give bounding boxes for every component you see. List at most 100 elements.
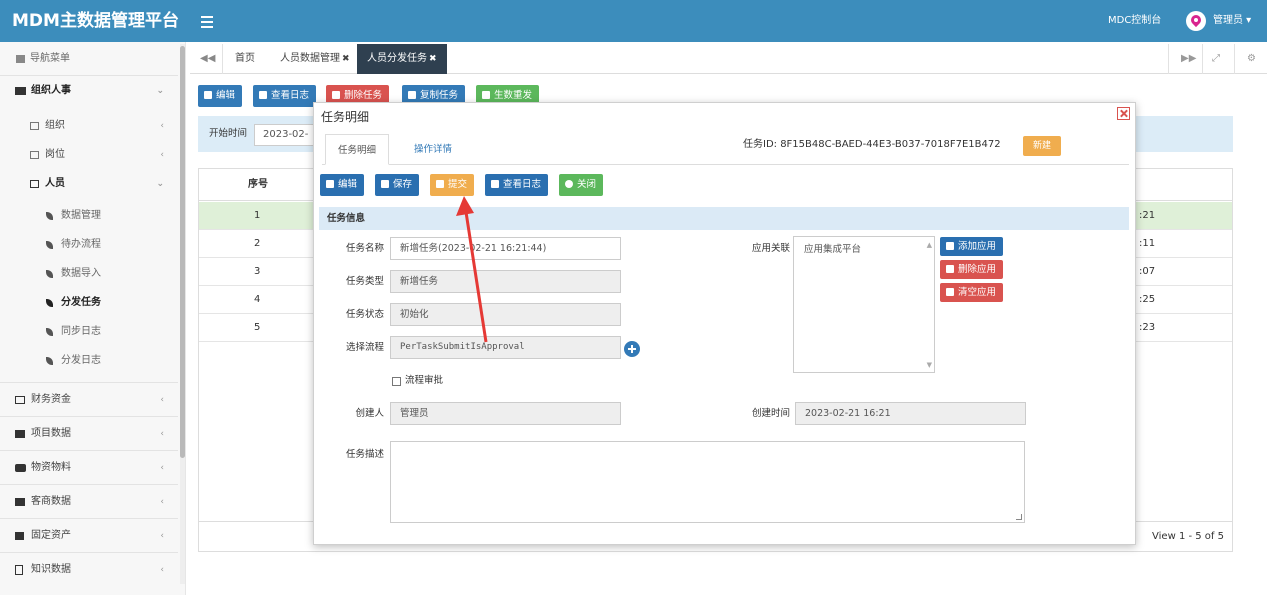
leaf-icon (46, 357, 53, 365)
page-view-log-button[interactable]: 查看日志 (253, 85, 317, 107)
add-flow-icon[interactable] (624, 341, 640, 357)
sidebar-item-label: 同步日志 (61, 326, 101, 337)
close-icon[interactable] (1117, 107, 1130, 120)
user-avatar-icon[interactable] (1186, 11, 1206, 31)
flow-select-input[interactable]: PerTaskSubmitIsApproval (390, 336, 621, 359)
app-relation-list[interactable]: 应用集成平台 ▲ ▼ (793, 236, 935, 373)
row-no: 3 (254, 266, 261, 277)
sidebar-scrollbar[interactable] (180, 46, 185, 458)
add-app-button[interactable]: 添加应用 (940, 237, 1004, 256)
section-task-info: 任务信息 (319, 207, 1129, 230)
sidebar-item-label: 固定资产 (31, 530, 71, 541)
sidebar-nav-title: 导航菜单 (0, 45, 178, 73)
tab-person-data[interactable]: 人员数据管理 ✖ (280, 44, 350, 74)
scroll-up-icon[interactable]: ▲ (927, 241, 932, 249)
pen-icon (436, 180, 444, 188)
start-time-label: 开始时间 (209, 128, 248, 139)
close-icon[interactable]: ✖ (429, 54, 437, 64)
button-label: 添加应用 (958, 241, 997, 252)
gear-icon[interactable]: ⚙ (1247, 44, 1256, 74)
row-no: 1 (254, 210, 261, 221)
scroll-down-icon[interactable]: ▼ (927, 361, 932, 369)
button-label: 提交 (448, 179, 468, 190)
sidebar-item-data-import[interactable]: 数据导入 (0, 260, 178, 288)
creator-label: 创建人 (355, 408, 384, 419)
x-icon (946, 265, 954, 273)
resize-handle-icon[interactable] (1016, 514, 1022, 520)
user-menu[interactable]: 管理员 ▾ (1213, 0, 1251, 42)
divider (0, 416, 178, 417)
sidebar: 导航菜单 组织人事 ⌄ 组织 ‹ 岗位 ‹ 人员 ⌄ 数据管理 待办流程 数据导… (0, 42, 186, 595)
sidebar-item-dispatch-log[interactable]: 分发日志 (0, 347, 178, 375)
sidebar-item-todo-flow[interactable]: 待办流程 (0, 231, 178, 259)
divider (0, 484, 178, 485)
tab-home[interactable]: 首页 (235, 44, 255, 74)
tab-task-detail[interactable]: 任务明细 (325, 134, 390, 165)
approval-checkbox[interactable] (392, 377, 401, 386)
divider (0, 382, 178, 383)
delete-app-button[interactable]: 删除应用 (940, 260, 1004, 279)
sidebar-item-project[interactable]: 项目数据 ‹ (0, 420, 178, 448)
button-label: 删除任务 (344, 90, 383, 101)
folder-open-icon (30, 180, 39, 188)
divider (222, 44, 223, 74)
folder-icon (30, 122, 39, 130)
tab-scroll-left-icon[interactable]: ◀◀ (200, 44, 215, 74)
sidebar-item-dispatch-task[interactable]: 分发任务 (0, 289, 178, 317)
sidebar-item-org-hr[interactable]: 组织人事 ⌄ (0, 77, 178, 105)
modal-view-log-button[interactable]: 查看日志 (485, 174, 549, 196)
leaf-icon (46, 270, 53, 278)
sidebar-item-post[interactable]: 岗位 ‹ (0, 141, 178, 169)
sidebar-item-merchant[interactable]: 客商数据 ‹ (0, 488, 178, 516)
fullscreen-icon[interactable]: ⤢ (1212, 44, 1220, 74)
tab-bar: ◀◀ 首页 人员数据管理 ✖ 人员分发任务 ✖ ▶▶ ⤢ ⚙ (190, 44, 1267, 74)
chevron-left-icon: ‹ (160, 565, 164, 575)
tab-operation-detail[interactable]: 操作详情 (402, 134, 464, 165)
row-time: :21 (1139, 210, 1156, 221)
cubes-icon (15, 464, 26, 472)
file-icon (15, 565, 23, 575)
sidebar-item-org[interactable]: 组织 ‹ (0, 112, 178, 140)
task-id: 任务ID: 8F15B48C-BAED-44E3-B037-7018F7E1B4… (743, 139, 1001, 150)
leaf-icon (46, 212, 53, 220)
page-edit-button[interactable]: 编辑 (198, 85, 243, 107)
task-name-input[interactable]: 新增任务(2023-02-21 16:21:44) (390, 237, 621, 260)
chevron-left-icon: ‹ (160, 531, 164, 541)
list-item[interactable]: 应用集成平台 (804, 241, 861, 255)
clear-app-button[interactable]: 清空应用 (940, 283, 1004, 302)
leaf-icon (46, 328, 53, 336)
top-header: MDM主数据管理平台 MDC控制台 管理员 ▾ (0, 0, 1267, 42)
divider (1234, 44, 1235, 74)
close-icon[interactable]: ✖ (342, 54, 350, 64)
sidebar-item-person[interactable]: 人员 ⌄ (0, 170, 178, 198)
sidebar-item-label: 知识数据 (31, 564, 71, 575)
task-status-label: 任务状态 (345, 309, 384, 320)
modal-save-button[interactable]: 保存 (375, 174, 420, 196)
modal-edit-button[interactable]: 编辑 (320, 174, 365, 196)
sidebar-item-sync-log[interactable]: 同步日志 (0, 318, 178, 346)
mdc-console-link[interactable]: MDC控制台 (1108, 0, 1161, 42)
sidebar-item-finance[interactable]: 财务资金 ‹ (0, 386, 178, 414)
divider (1168, 44, 1169, 74)
list-icon (15, 532, 24, 540)
modal-submit-button[interactable]: 提交 (430, 174, 475, 196)
sidebar-item-knowledge[interactable]: 知识数据 ‹ (0, 556, 178, 584)
table-icon (259, 91, 267, 99)
menu-toggle-icon[interactable] (201, 13, 213, 29)
sidebar-item-label: 组织人事 (31, 85, 71, 96)
task-desc-textarea[interactable] (390, 441, 1025, 523)
chevron-left-icon: ‹ (160, 497, 164, 507)
sidebar-item-label: 待办流程 (61, 239, 101, 250)
sidebar-item-data-manage[interactable]: 数据管理 (0, 202, 178, 230)
card-icon (15, 396, 25, 404)
sidebar-nav-title-label: 导航菜单 (30, 53, 70, 64)
ban-icon (565, 180, 573, 188)
sidebar-item-material[interactable]: 物资物料 ‹ (0, 454, 178, 482)
sidebar-item-label: 人员 (45, 178, 65, 189)
button-label: 复制任务 (420, 90, 459, 101)
sidebar-item-fixed-asset[interactable]: 固定资产 ‹ (0, 522, 178, 550)
tab-dispatch-task[interactable]: 人员分发任务 ✖ (357, 44, 447, 74)
chevron-left-icon: ‹ (160, 121, 164, 131)
tab-scroll-right-icon[interactable]: ▶▶ (1181, 44, 1196, 74)
modal-close-button[interactable]: 关闭 (559, 174, 604, 196)
